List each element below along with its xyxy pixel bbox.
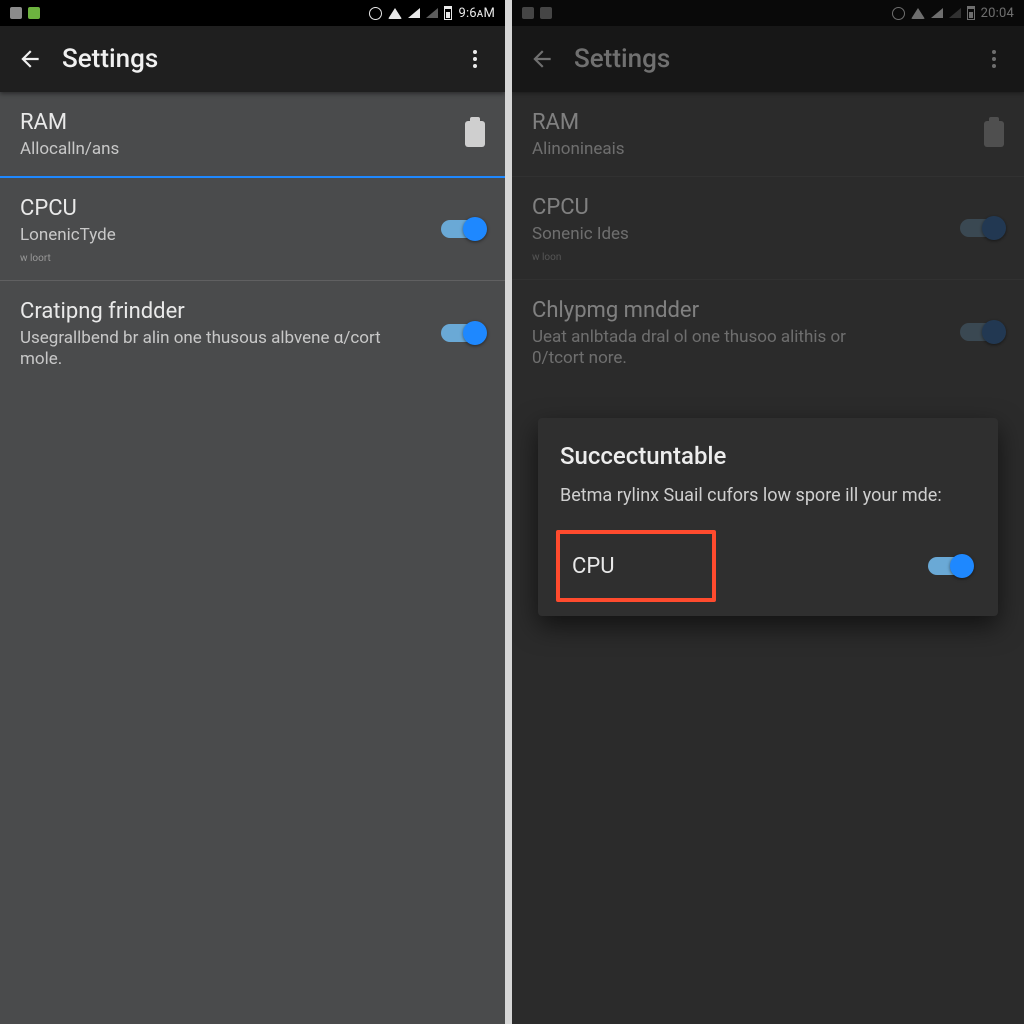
overflow-menu-button[interactable] <box>457 41 493 77</box>
status-time: 9:6ᴀM <box>458 5 495 21</box>
arrow-back-icon <box>529 46 555 72</box>
setting-row-cpu[interactable]: CPCU LonenicTyde w loort <box>0 178 505 280</box>
setting-title: Cratipng frindder <box>20 299 485 324</box>
wifi-icon <box>911 8 925 19</box>
toggle-switch[interactable] <box>960 219 1004 237</box>
phone-screen-left: 9:6ᴀM Settings RAM Allocalln/ans CPCU Lo… <box>0 0 505 1024</box>
notif-icon <box>522 7 534 19</box>
signal-icon <box>931 8 943 18</box>
settings-list: RAM Alinonineais CPCU Sonenic Ides w loo… <box>512 92 1024 385</box>
setting-row-cpu[interactable]: CPCU Sonenic Ides w loon <box>512 177 1024 279</box>
status-circle-icon <box>369 7 382 20</box>
setting-subtitle: Ueat anlbtada dral ol one thusoo alithis… <box>532 327 900 370</box>
dialog: Succectuntable Betma rylinx Suail cufors… <box>538 418 998 616</box>
battery-icon <box>444 6 452 20</box>
pane-divider <box>505 0 512 1024</box>
setting-note: w loon <box>532 252 1004 263</box>
battery-icon <box>967 6 975 20</box>
setting-row-ram[interactable]: RAM Allocalln/ans <box>0 92 505 178</box>
setting-title: CPCU <box>532 195 1004 220</box>
signal-icon <box>408 8 420 18</box>
back-button[interactable] <box>524 41 560 77</box>
clipboard-icon <box>984 121 1004 147</box>
signal-icon <box>426 8 438 18</box>
overflow-menu-button[interactable] <box>976 41 1012 77</box>
setting-subtitle: Allocalln/ans <box>20 139 383 160</box>
toggle-switch[interactable] <box>441 220 485 238</box>
settings-list: RAM Allocalln/ans CPCU LonenicTyde w loo… <box>0 92 505 386</box>
setting-row-finder[interactable]: Cratipng frindder Usegrallbend br alin o… <box>0 281 505 387</box>
dialog-body: Betma rylinx Suail cufors low spore ill … <box>560 484 976 508</box>
setting-subtitle: LonenicTyde <box>20 225 383 246</box>
status-time: 20:04 <box>981 6 1014 21</box>
setting-title: CPCU <box>20 196 485 221</box>
back-button[interactable] <box>12 41 48 77</box>
setting-row-finder[interactable]: Chlypmg mndder Ueat anlbtada dral ol one… <box>512 280 1024 386</box>
dialog-option-cpu[interactable]: CPU <box>560 534 976 598</box>
setting-subtitle: Alinonineais <box>532 139 900 160</box>
dialog-option-label: CPU <box>560 554 614 579</box>
app-bar: Settings <box>512 26 1024 92</box>
toggle-switch[interactable] <box>928 557 972 575</box>
status-bar: 9:6ᴀM <box>0 0 505 26</box>
clipboard-icon <box>465 121 485 147</box>
setting-title: Chlypmg mndder <box>532 298 1004 323</box>
notif-icon <box>28 7 40 19</box>
toggle-switch[interactable] <box>960 323 1004 341</box>
setting-row-ram[interactable]: RAM Alinonineais <box>512 92 1024 177</box>
setting-title: RAM <box>20 110 485 135</box>
setting-title: RAM <box>532 110 1004 135</box>
signal-icon <box>949 8 961 18</box>
notif-icon <box>10 7 22 19</box>
page-title: Settings <box>62 44 457 74</box>
page-title: Settings <box>574 44 976 74</box>
setting-note: w loort <box>20 253 485 264</box>
setting-subtitle: Sonenic Ides <box>532 224 900 245</box>
notif-icon <box>540 7 552 19</box>
status-bar: 20:04 <box>512 0 1024 26</box>
dialog-title: Succectuntable <box>560 442 976 470</box>
app-bar: Settings <box>0 26 505 92</box>
wifi-icon <box>388 8 402 19</box>
status-circle-icon <box>892 7 905 20</box>
setting-subtitle: Usegrallbend br alin one thusous albvene… <box>20 328 383 371</box>
phone-screen-right: 20:04 Settings RAM Alinonineais CPCU Son… <box>512 0 1024 1024</box>
toggle-switch[interactable] <box>441 324 485 342</box>
arrow-back-icon <box>17 46 43 72</box>
